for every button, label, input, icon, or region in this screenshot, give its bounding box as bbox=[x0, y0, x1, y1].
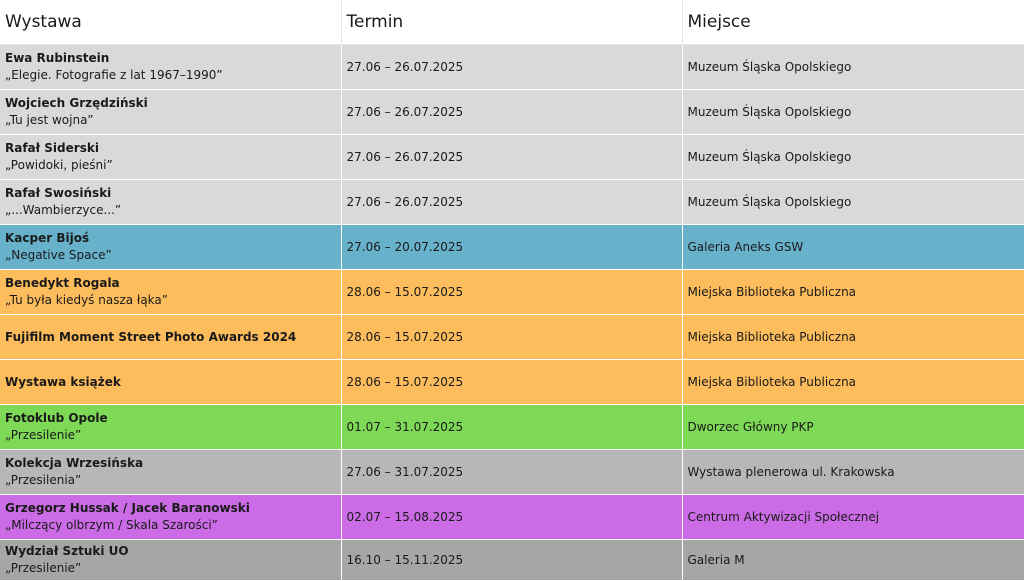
place-cell: Muzeum Śląska Opolskiego bbox=[682, 134, 1024, 180]
exhibitions-table: Wystawa Termin Miejsce Ewa Rubinstein „El… bbox=[0, 0, 1024, 581]
exhibition-cell: Fotoklub Opole „Przesilenie” bbox=[0, 404, 342, 450]
place-cell: Centrum Aktywizacji Społecznej bbox=[682, 494, 1024, 540]
exhibition-artist: Kacper Bijoś bbox=[5, 231, 90, 245]
exhibition-title: „...Wambierzyce...” bbox=[5, 203, 122, 217]
exhibition-cell: Rafał Siderski „Powidoki, pieśni” bbox=[0, 134, 342, 180]
exhibition-cell: Ewa Rubinstein „Elegie. Fotografie z lat … bbox=[0, 44, 342, 90]
exhibition-cell: Wystawa książek bbox=[0, 359, 342, 405]
exhibition-artist: Wydział Sztuki UO bbox=[5, 544, 129, 558]
exhibition-artist: Rafał Siderski bbox=[5, 141, 99, 155]
exhibition-artist: Kolekcja Wrzesińska bbox=[5, 456, 144, 470]
exhibition-cell: Kolekcja Wrzesińska „Przesilenia” bbox=[0, 449, 342, 495]
table-row: Fotoklub Opole „Przesilenie” 01.07 – 31.07… bbox=[0, 404, 1024, 450]
date-cell: 28.06 – 15.07.2025 bbox=[341, 359, 683, 405]
place-cell: Miejska Biblioteka Publiczna bbox=[682, 314, 1024, 360]
header-date: Termin bbox=[341, 0, 683, 45]
exhibition-artist: Benedykt Rogala bbox=[5, 276, 120, 290]
date-cell: 27.06 – 20.07.2025 bbox=[341, 224, 683, 270]
date-cell: 27.06 – 26.07.2025 bbox=[341, 89, 683, 135]
table-row: Rafał Siderski „Powidoki, pieśni” 27.06 – … bbox=[0, 134, 1024, 180]
table-row: Fujifilm Moment Street Photo Awards 2024… bbox=[0, 314, 1024, 360]
exhibition-title: „Przesilenie” bbox=[5, 428, 82, 442]
exhibition-cell: Grzegorz Hussak / Jacek Baranowski „Milcz… bbox=[0, 494, 342, 540]
header-row: Wystawa Termin Miejsce bbox=[0, 0, 1024, 45]
exhibition-title: „Powidoki, pieśni” bbox=[5, 158, 113, 172]
exhibition-artist: Ewa Rubinstein bbox=[5, 51, 110, 65]
exhibition-title: „Negative Space” bbox=[5, 248, 112, 262]
date-cell: 27.06 – 31.07.2025 bbox=[341, 449, 683, 495]
table-row: Grzegorz Hussak / Jacek Baranowski „Milcz… bbox=[0, 494, 1024, 540]
exhibition-cell: Wydział Sztuki UO „Przesilenie” bbox=[0, 539, 342, 581]
place-cell: Muzeum Śląska Opolskiego bbox=[682, 89, 1024, 135]
table-body: Ewa Rubinstein „Elegie. Fotografie z lat … bbox=[0, 44, 1024, 581]
exhibition-artist: Fotoklub Opole bbox=[5, 411, 108, 425]
table-row: Benedykt Rogala „Tu była kiedyś nasza łąk… bbox=[0, 269, 1024, 315]
place-cell: Galeria Aneks GSW bbox=[682, 224, 1024, 270]
exhibition-artist: Fujifilm Moment Street Photo Awards 2024 bbox=[5, 329, 297, 344]
exhibition-title: „Przesilenie” bbox=[5, 561, 82, 575]
table-row: Kolekcja Wrzesińska „Przesilenia” 27.06 – … bbox=[0, 449, 1024, 495]
exhibition-title: „Elegie. Fotografie z lat 1967–1990” bbox=[5, 68, 223, 82]
exhibition-artist: Wystawa książek bbox=[5, 374, 121, 389]
date-cell: 01.07 – 31.07.2025 bbox=[341, 404, 683, 450]
exhibition-artist: Rafał Swosiński bbox=[5, 186, 112, 200]
exhibition-cell: Fujifilm Moment Street Photo Awards 2024 bbox=[0, 314, 342, 360]
place-cell: Miejska Biblioteka Publiczna bbox=[682, 359, 1024, 405]
place-cell: Muzeum Śląska Opolskiego bbox=[682, 179, 1024, 225]
place-cell: Miejska Biblioteka Publiczna bbox=[682, 269, 1024, 315]
exhibition-cell: Kacper Bijoś „Negative Space” bbox=[0, 224, 342, 270]
table-row: Rafał Swosiński „...Wambierzyce...” 27.06 … bbox=[0, 179, 1024, 225]
exhibition-artist: Grzegorz Hussak / Jacek Baranowski bbox=[5, 501, 250, 515]
place-cell: Galeria M bbox=[682, 539, 1024, 581]
date-cell: 16.10 – 15.11.2025 bbox=[341, 539, 683, 581]
exhibition-cell: Wojciech Grzędziński „Tu jest wojna” bbox=[0, 89, 342, 135]
exhibition-title: „Tu jest wojna” bbox=[5, 113, 94, 127]
date-cell: 27.06 – 26.07.2025 bbox=[341, 134, 683, 180]
table-row: Kacper Bijoś „Negative Space” 27.06 – 20.0… bbox=[0, 224, 1024, 270]
date-cell: 28.06 – 15.07.2025 bbox=[341, 269, 683, 315]
exhibition-artist: Wojciech Grzędziński bbox=[5, 96, 148, 110]
table-row: Wydział Sztuki UO „Przesilenie” 16.10 – 15… bbox=[0, 539, 1024, 581]
header-exhibition: Wystawa bbox=[0, 0, 342, 45]
exhibition-cell: Benedykt Rogala „Tu była kiedyś nasza łąk… bbox=[0, 269, 342, 315]
place-cell: Dworzec Główny PKP bbox=[682, 404, 1024, 450]
date-cell: 27.06 – 26.07.2025 bbox=[341, 179, 683, 225]
date-cell: 28.06 – 15.07.2025 bbox=[341, 314, 683, 360]
table-row: Wojciech Grzędziński „Tu jest wojna” 27.06… bbox=[0, 89, 1024, 135]
table-row: Ewa Rubinstein „Elegie. Fotografie z lat … bbox=[0, 44, 1024, 90]
date-cell: 27.06 – 26.07.2025 bbox=[341, 44, 683, 90]
exhibition-title: „Tu była kiedyś nasza łąka” bbox=[5, 293, 168, 307]
table-row: Wystawa książek 28.06 – 15.07.2025 Miejska… bbox=[0, 359, 1024, 405]
header-place: Miejsce bbox=[682, 0, 1024, 45]
exhibition-title: „Przesilenia” bbox=[5, 473, 82, 487]
place-cell: Muzeum Śląska Opolskiego bbox=[682, 44, 1024, 90]
date-cell: 02.07 – 15.08.2025 bbox=[341, 494, 683, 540]
place-cell: Wystawa plenerowa ul. Krakowska bbox=[682, 449, 1024, 495]
exhibition-title: „Milczący olbrzym / Skala Szarości” bbox=[5, 518, 218, 532]
exhibition-cell: Rafał Swosiński „...Wambierzyce...” bbox=[0, 179, 342, 225]
